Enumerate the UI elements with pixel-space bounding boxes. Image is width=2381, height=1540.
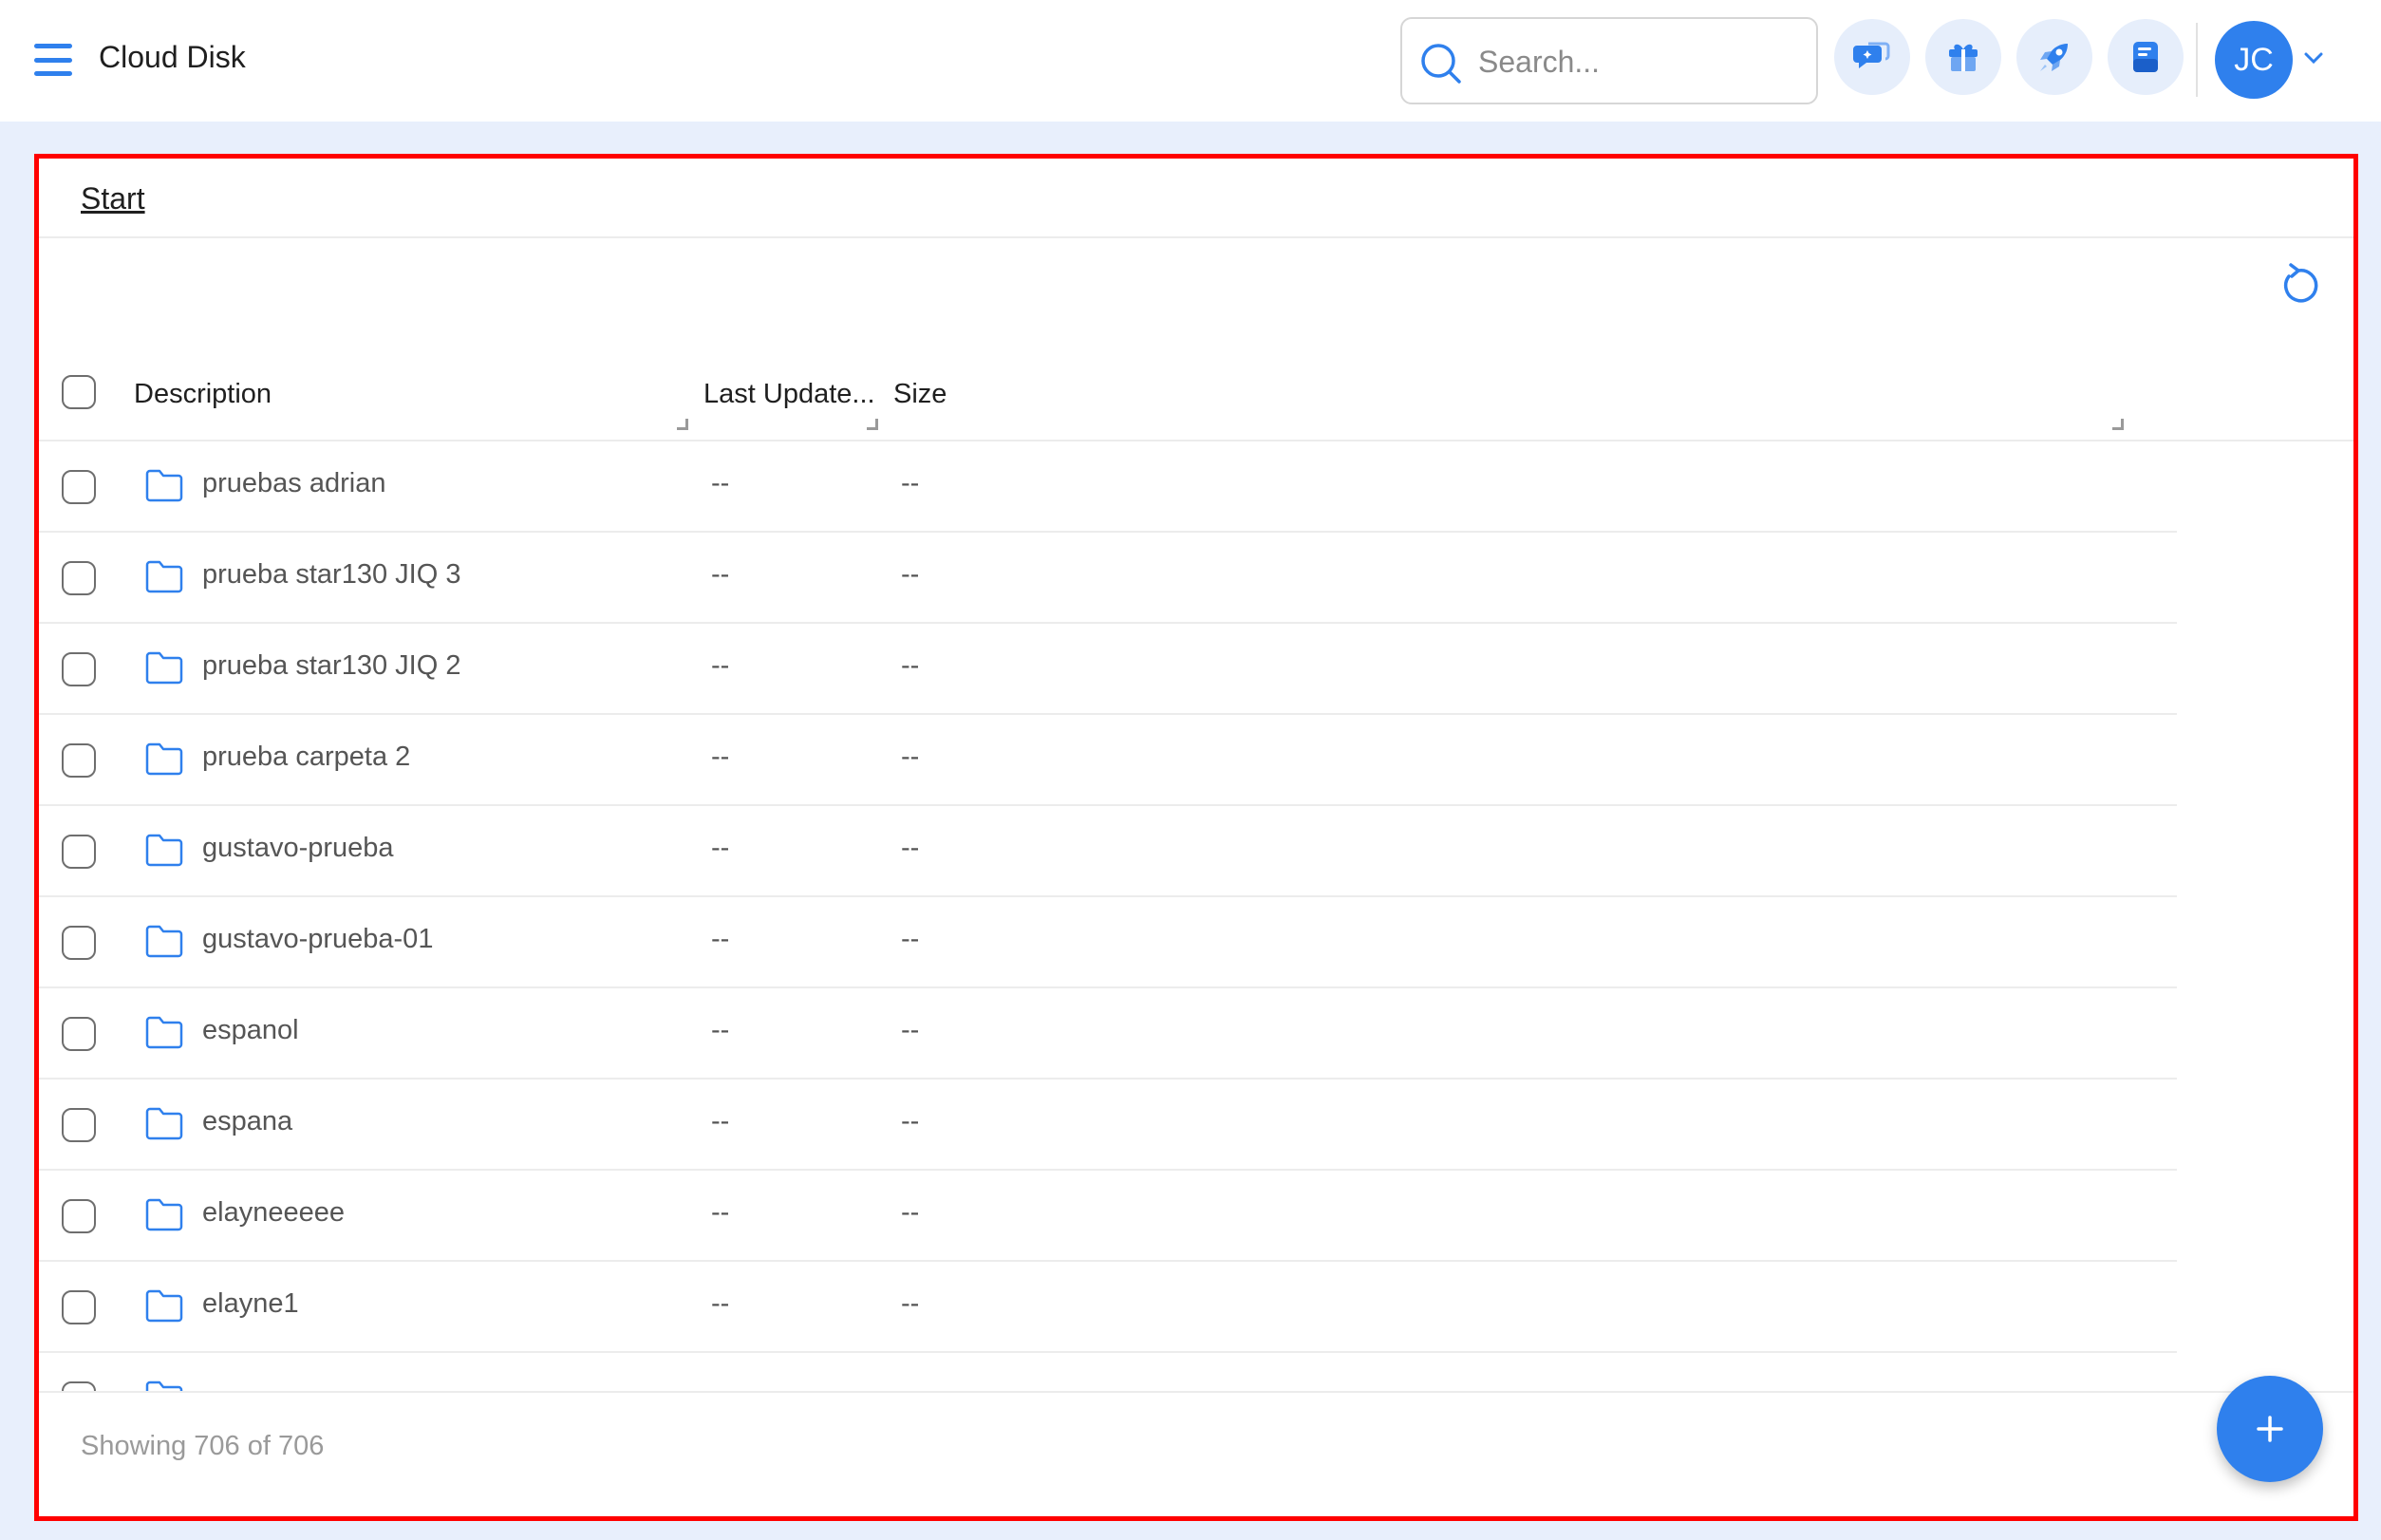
- folder-name[interactable]: elayne1: [202, 1288, 299, 1320]
- rocket-icon: [2040, 44, 2068, 71]
- table-row[interactable]: elayne1 -- --: [39, 1262, 2177, 1353]
- assistant-chat-button[interactable]: [1834, 19, 1910, 95]
- folder-icon: [145, 651, 183, 685]
- add-button[interactable]: [2217, 1376, 2323, 1482]
- file-browser-panel: Start Description Last Update... Size pr…: [34, 154, 2358, 1521]
- table-row[interactable]: elayneeeee -- --: [39, 1171, 2177, 1262]
- column-resize-handle[interactable]: [677, 419, 688, 430]
- column-resize-handle[interactable]: [867, 419, 878, 430]
- footer-divider: [39, 1391, 2353, 1393]
- row-checkbox[interactable]: [62, 1199, 96, 1233]
- last-update-value: --: [711, 650, 730, 681]
- size-value: --: [901, 742, 920, 772]
- folder-name[interactable]: pruebas adrian: [202, 468, 385, 499]
- folder-name[interactable]: gustavo-prueba: [202, 833, 394, 864]
- row-checkbox[interactable]: [62, 561, 96, 595]
- last-update-value: --: [711, 833, 730, 863]
- menu-icon[interactable]: [34, 44, 72, 76]
- app-title: Cloud Disk: [99, 40, 246, 74]
- size-value: --: [901, 650, 920, 681]
- last-update-value: --: [711, 742, 730, 772]
- size-value: --: [901, 833, 920, 863]
- gift-button[interactable]: [1925, 19, 2001, 95]
- folder-name[interactable]: prueba carpeta 2: [202, 742, 410, 773]
- row-checkbox[interactable]: [62, 1290, 96, 1324]
- table-row[interactable]: prueba carpeta 2 -- --: [39, 715, 2177, 806]
- folder-icon: [145, 834, 183, 867]
- folder-icon: [145, 742, 183, 776]
- column-resize-handle[interactable]: [2112, 419, 2124, 430]
- last-update-value: --: [711, 1106, 730, 1136]
- folder-icon: [145, 1016, 183, 1049]
- row-checkbox[interactable]: [62, 835, 96, 869]
- row-checkbox[interactable]: [62, 1381, 96, 1391]
- folder-icon: [145, 1198, 183, 1231]
- table-row[interactable]: pruebas adrian -- --: [39, 441, 2177, 533]
- table-row[interactable]: [39, 1353, 2177, 1391]
- size-value: --: [901, 1197, 920, 1228]
- column-description[interactable]: Description: [134, 379, 272, 410]
- row-checkbox[interactable]: [62, 652, 96, 686]
- size-value: --: [901, 1288, 920, 1319]
- notes-button[interactable]: [2108, 19, 2184, 95]
- last-update-value: --: [711, 924, 730, 954]
- file-list: pruebas adrian -- -- prueba star130 JIQ …: [39, 441, 2177, 1391]
- size-value: --: [901, 1106, 920, 1136]
- plus-icon: [2257, 1416, 2283, 1442]
- search-input[interactable]: [1478, 36, 1801, 87]
- item-count-status: Showing 706 of 706: [81, 1431, 325, 1461]
- size-value: --: [901, 1015, 920, 1045]
- folder-icon: [145, 1380, 183, 1391]
- row-checkbox[interactable]: [62, 1108, 96, 1142]
- table-row[interactable]: espana -- --: [39, 1080, 2177, 1171]
- row-checkbox[interactable]: [62, 470, 96, 504]
- table-row[interactable]: espanol -- --: [39, 988, 2177, 1080]
- size-value: --: [901, 924, 920, 954]
- search-icon: [1421, 44, 1461, 84]
- folder-name[interactable]: espana: [202, 1106, 292, 1137]
- folder-icon: [145, 560, 183, 593]
- row-checkbox[interactable]: [62, 926, 96, 960]
- folder-name[interactable]: prueba star130 JIQ 3: [202, 559, 460, 591]
- column-size[interactable]: Size: [893, 379, 947, 410]
- breadcrumb-divider: [39, 236, 2353, 238]
- size-value: --: [901, 559, 920, 590]
- folder-name[interactable]: prueba star130 JIQ 2: [202, 650, 460, 682]
- size-value: --: [901, 468, 920, 498]
- last-update-value: --: [711, 559, 730, 590]
- folder-icon: [145, 1289, 183, 1323]
- folder-name[interactable]: espanol: [202, 1015, 299, 1046]
- select-all-checkbox[interactable]: [62, 375, 96, 409]
- chevron-down-icon[interactable]: [2303, 51, 2324, 65]
- row-checkbox[interactable]: [62, 1017, 96, 1051]
- table-row[interactable]: prueba star130 JIQ 3 -- --: [39, 533, 2177, 624]
- table-row[interactable]: gustavo-prueba -- --: [39, 806, 2177, 897]
- folder-name[interactable]: elayneeeee: [202, 1197, 345, 1229]
- breadcrumb-start[interactable]: Start: [81, 181, 145, 216]
- last-update-value: --: [711, 1288, 730, 1319]
- folder-icon: [145, 469, 183, 502]
- avatar[interactable]: JC: [2215, 21, 2293, 99]
- header-divider: [2196, 23, 2198, 97]
- refresh-icon[interactable]: [2278, 263, 2323, 309]
- table-row[interactable]: gustavo-prueba-01 -- --: [39, 897, 2177, 988]
- chat-sparkle-icon: [1853, 42, 1890, 68]
- gift-icon: [1949, 44, 1978, 71]
- search-box[interactable]: [1400, 17, 1818, 104]
- row-checkbox[interactable]: [62, 743, 96, 778]
- last-update-value: --: [711, 468, 730, 498]
- last-update-value: --: [711, 1197, 730, 1228]
- last-update-value: --: [711, 1015, 730, 1045]
- top-bar: Cloud Disk Search... JC: [0, 0, 2381, 122]
- notes-icon: [2133, 42, 2158, 72]
- table-header: Description Last Update... Size: [39, 348, 2165, 443]
- folder-icon: [145, 925, 183, 958]
- folder-icon: [145, 1107, 183, 1140]
- rocket-button[interactable]: [2016, 19, 2092, 95]
- column-last-update[interactable]: Last Update...: [703, 379, 875, 410]
- folder-name[interactable]: gustavo-prueba-01: [202, 924, 433, 955]
- table-row[interactable]: prueba star130 JIQ 2 -- --: [39, 624, 2177, 715]
